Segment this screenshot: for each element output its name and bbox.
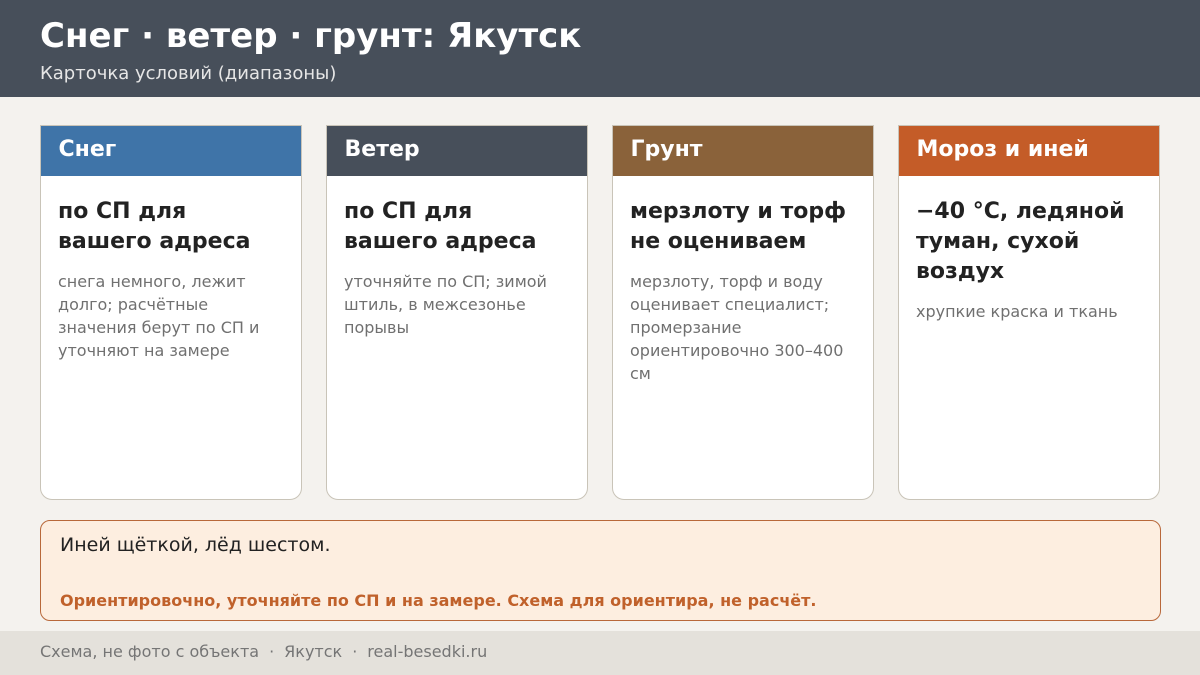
page-subtitle: Карточка условий (диапазоны) xyxy=(40,63,337,84)
card-snow: Снег по СП для вашего адреса снега немно… xyxy=(40,125,302,500)
footer-city: Якутск xyxy=(284,642,343,661)
footer-caption: Схема, не фото с объекта xyxy=(40,642,260,661)
card-soil: Грунт мерзлоту и торф не оцениваем мерзл… xyxy=(612,125,874,500)
header-bar: Снег · ветер · грунт: Якутск Карточка ус… xyxy=(0,0,1200,97)
note-box: Иней щёткой, лёд шестом. Ориентировочно,… xyxy=(40,520,1161,621)
card-value-wind: по СП для вашего адреса xyxy=(344,198,537,254)
note-text: Иней щёткой, лёд шестом. xyxy=(60,534,331,556)
card-description-snow: снега немного, лежит долго; расчётные зн… xyxy=(58,271,260,360)
page-title: Снег · ветер · грунт: Якутск xyxy=(40,16,582,56)
card-wind: Ветер по СП для вашего адреса уточняйте … xyxy=(326,125,588,500)
card-value-soil: мерзлоту и торф не оцениваем xyxy=(630,198,846,254)
footer-separator: · xyxy=(269,642,275,661)
footer-separator: · xyxy=(352,642,358,661)
card-title-soil: Грунт xyxy=(613,126,873,176)
card-value-snow: по СП для вашего адреса xyxy=(58,198,251,254)
card-description-frost: хрупкие краска и ткань xyxy=(916,301,1118,321)
card-title-frost: Мороз и иней xyxy=(899,126,1159,176)
card-title-wind: Ветер xyxy=(327,126,587,176)
footer-site: real-besedki.ru xyxy=(367,642,488,661)
card-description-wind: уточняйте по СП; зимой штиль, в межсезон… xyxy=(344,271,547,337)
card-frost: Мороз и иней −40 °C, ледяной туман, сухо… xyxy=(898,125,1160,500)
footer-bar: Схема, не фото с объекта · Якутск · real-bes… xyxy=(0,631,1200,675)
card-description-soil: мерзлоту, торф и воду оценивает специали… xyxy=(630,271,844,383)
card-title-snow: Снег xyxy=(41,126,301,176)
card-value-frost: −40 °C, ледяной туман, сухой воздух xyxy=(916,198,1125,284)
footer-text: Схема, не фото с объекта · Якутск · real-bes… xyxy=(40,641,487,663)
disclaimer-text: Ориентировочно, уточняйте по СП и на зам… xyxy=(60,591,817,610)
